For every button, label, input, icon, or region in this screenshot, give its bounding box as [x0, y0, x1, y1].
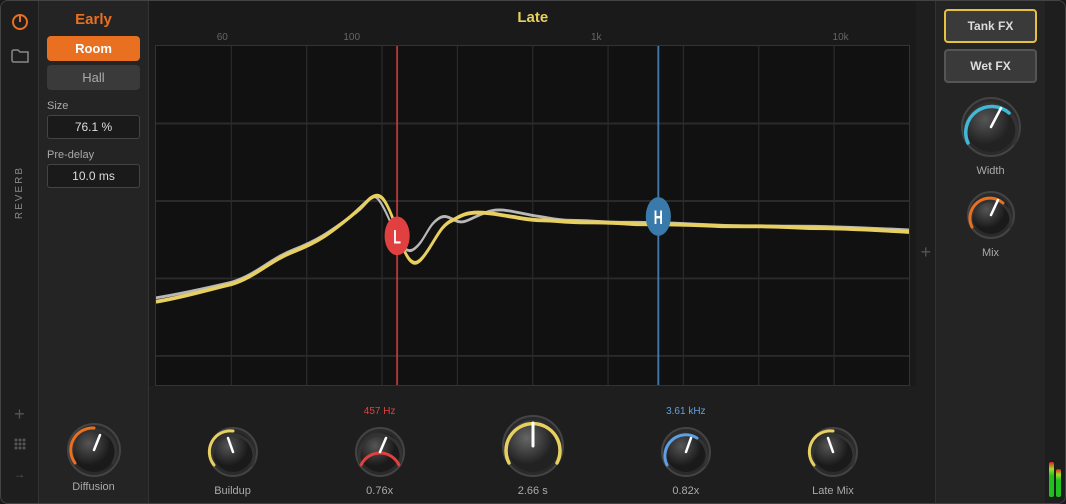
early-title: Early [47, 11, 140, 28]
width-knob[interactable] [959, 95, 1023, 159]
right-plus-container: + [916, 1, 935, 503]
mix-group: Mix [944, 189, 1037, 259]
freq-60: 60 [217, 32, 228, 43]
arrow-icon[interactable]: → [9, 463, 31, 485]
left-plus-icon[interactable]: + [14, 404, 25, 425]
diffusion-label: Diffusion [72, 481, 115, 493]
eq-display[interactable]: L H [155, 45, 910, 386]
low-x-label: 0.76x [366, 485, 393, 497]
tank-fx-button[interactable]: Tank FX [944, 9, 1037, 43]
late-mix-group: Late Mix [806, 406, 860, 497]
buildup-knob[interactable] [206, 425, 260, 479]
high-x-knob[interactable] [659, 425, 713, 479]
decay-label: 2.66 s [518, 485, 548, 497]
left-sidebar: REVERB + → [1, 1, 39, 503]
room-button[interactable]: Room [47, 36, 140, 61]
svg-text:H: H [654, 208, 663, 229]
early-panel: Early Room Hall Size 76.1 % Pre-delay 10… [39, 1, 149, 503]
svg-text:L: L [393, 227, 401, 248]
buildup-label: Buildup [214, 485, 251, 497]
main-area: Late 60 100 1k 10k [149, 1, 916, 503]
eq-svg: L H [156, 46, 909, 385]
size-label: Size [47, 100, 140, 112]
output-meters [1049, 447, 1061, 497]
mix-label: Mix [982, 247, 999, 259]
late-mix-label: Late Mix [812, 485, 854, 497]
low-freq-label: 457 Hz [364, 406, 396, 420]
meter-left [1049, 462, 1054, 497]
predelay-value[interactable]: 10.0 ms [47, 164, 140, 188]
sidebar-bottom: + → [9, 404, 31, 493]
late-title: Late [149, 1, 916, 30]
wet-fx-button[interactable]: Wet FX [944, 49, 1037, 83]
diffusion-section: Diffusion [47, 421, 140, 493]
plugin-container: REVERB + → Early Room Hal [0, 0, 1066, 504]
meter-right [1056, 469, 1061, 497]
right-panel: Tank FX Wet FX Width [935, 1, 1045, 503]
dots-icon[interactable] [9, 433, 31, 455]
freq-100: 100 [343, 32, 360, 43]
late-mix-knob[interactable] [806, 425, 860, 479]
folder-button[interactable] [9, 45, 31, 67]
meter-container [1045, 1, 1065, 503]
hall-button[interactable]: Hall [47, 65, 140, 90]
decay-group: 2.66 s [500, 394, 566, 497]
freq-10k: 10k [833, 32, 849, 43]
knobs-row: Buildup 457 Hz [149, 386, 916, 503]
freq-1k: 1k [591, 32, 602, 43]
low-x-knob[interactable] [353, 425, 407, 479]
high-x-label: 0.82x [672, 485, 699, 497]
high-freq-label: 3.61 kHz [666, 406, 705, 420]
diffusion-knob[interactable] [65, 421, 123, 479]
plugin-label: REVERB [14, 166, 25, 219]
buildup-group: Buildup [206, 406, 260, 497]
low-x-group: 457 Hz 0.76x [353, 406, 407, 497]
right-plus-icon[interactable]: + [920, 242, 931, 263]
freq-labels: 60 100 1k 10k [149, 30, 916, 45]
width-label: Width [976, 165, 1004, 177]
mix-knob[interactable] [965, 189, 1017, 241]
size-value[interactable]: 76.1 % [47, 115, 140, 139]
decay-knob[interactable] [500, 413, 566, 479]
power-button[interactable] [9, 11, 31, 33]
high-x-group: 3.61 kHz 0.82x [659, 406, 713, 497]
width-group: Width [944, 95, 1037, 177]
predelay-label: Pre-delay [47, 149, 140, 161]
